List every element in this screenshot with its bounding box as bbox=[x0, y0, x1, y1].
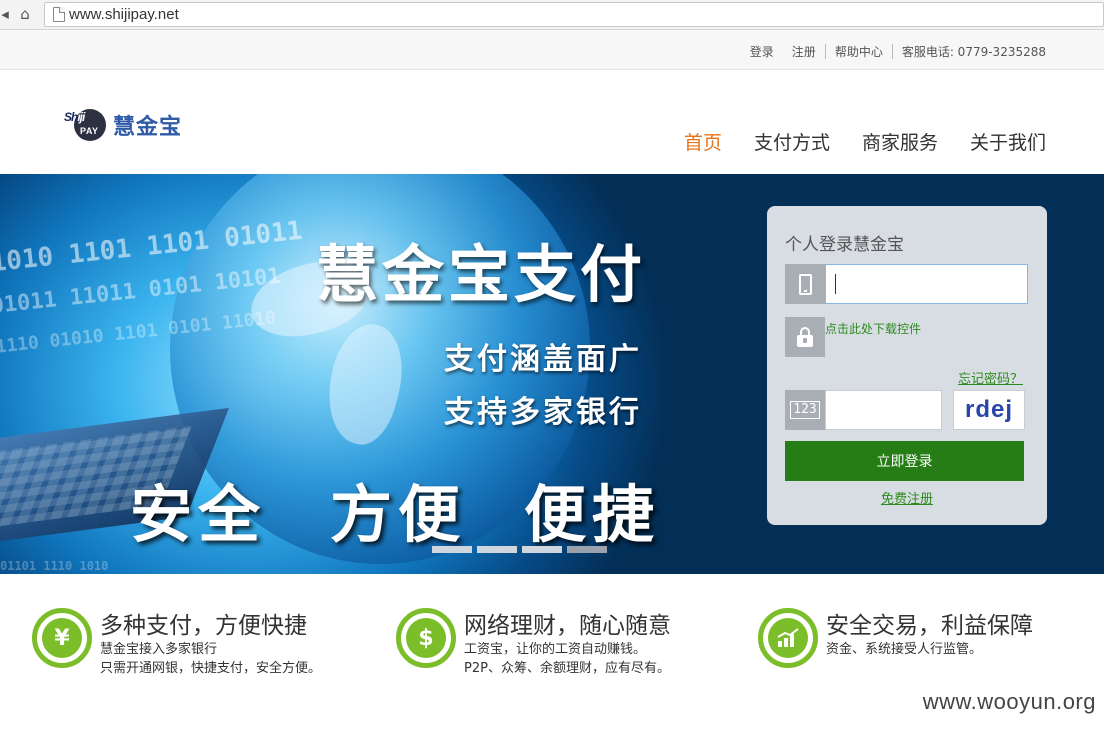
site-logo[interactable]: Shiji PAY 慧金宝 bbox=[64, 106, 194, 141]
nav-home[interactable]: 首页 bbox=[684, 128, 722, 155]
login-link[interactable]: 登录 bbox=[750, 43, 774, 60]
free-register-link[interactable]: 免费注册 bbox=[767, 488, 1047, 507]
yen-icon: ¥ bbox=[32, 608, 92, 668]
banner-slogan-convenient: 方便 bbox=[330, 478, 467, 551]
captcha-input[interactable] bbox=[825, 390, 942, 430]
utility-bar: 登录 注册 帮助中心 客服电话: 0779-3235288 bbox=[0, 30, 1104, 70]
banner-subtitle: 支持多家银行 bbox=[444, 395, 642, 430]
logo-brand-name: 慧金宝 bbox=[113, 115, 183, 140]
phone-input[interactable] bbox=[825, 264, 1028, 304]
feature-description: 慧金宝接入多家银行 bbox=[100, 642, 218, 657]
forgot-password-link[interactable]: 忘记密码？ bbox=[958, 368, 1023, 387]
divider bbox=[824, 44, 826, 59]
hero-banner: 1010 1101 1101 01011 01011 11011 0101 10… bbox=[0, 174, 1104, 574]
help-center-link[interactable]: 帮助中心 bbox=[835, 43, 883, 60]
address-bar[interactable]: www.shijipay.net bbox=[44, 2, 1104, 27]
feature-description: 工资宝，让你的工资自动赚钱。 bbox=[464, 642, 647, 657]
login-button[interactable]: 立即登录 bbox=[785, 441, 1024, 481]
banner-slogan-safe: 安全 bbox=[130, 478, 267, 551]
banner-slogan-fast: 便捷 bbox=[524, 478, 661, 551]
site-header: Shiji PAY 慧金宝 首页 支付方式 商家服务 关于我们 bbox=[0, 70, 1104, 174]
carousel-indicators bbox=[432, 546, 607, 553]
carousel-dot[interactable] bbox=[567, 546, 607, 553]
register-link-top[interactable]: 注册 bbox=[792, 43, 816, 60]
growth-chart-icon bbox=[758, 608, 818, 668]
login-panel: 个人登录慧金宝 点击此处下载控件 忘记密码？ 123 rdej 立即登录 免费注… bbox=[767, 206, 1047, 525]
feature-description: 资金、系统接受人行监管。 bbox=[826, 642, 983, 657]
logo-shiji-text: Shiji bbox=[64, 110, 85, 124]
url-text[interactable]: www.shijipay.net bbox=[69, 6, 179, 23]
download-control-link[interactable]: 点击此处下载控件 bbox=[825, 320, 921, 337]
nav-about-us[interactable]: 关于我们 bbox=[970, 128, 1046, 155]
nav-merchant-services[interactable]: 商家服务 bbox=[862, 128, 938, 155]
feature-description: 只需开通网银，快捷支付，安全方便。 bbox=[100, 661, 322, 676]
banner-title: 慧金宝支付 bbox=[316, 238, 647, 311]
phone-icon bbox=[785, 264, 825, 304]
binary-pattern: 01101 1110 1010 bbox=[0, 559, 109, 573]
logo-shi: Sh bbox=[64, 110, 78, 124]
carousel-dot[interactable] bbox=[477, 546, 517, 553]
captcha-image[interactable]: rdej bbox=[953, 390, 1025, 430]
feature-title: 多种支付，方便快捷 bbox=[100, 613, 307, 639]
banner-subtitle: 支付涵盖面广 bbox=[444, 342, 642, 377]
browser-toolbar: ◂ ⌂ www.shijipay.net bbox=[0, 0, 1104, 30]
verification-code-icon: 123 bbox=[785, 390, 825, 430]
feature-title: 网络理财，随心随意 bbox=[464, 613, 671, 639]
main-nav: 首页 支付方式 商家服务 关于我们 bbox=[684, 128, 1046, 155]
chart-bars-icon bbox=[777, 628, 799, 647]
back-arrow-icon[interactable]: ◂ bbox=[0, 5, 14, 23]
customer-hotline: 客服电话: 0779-3235288 bbox=[901, 45, 1046, 59]
feature-title: 安全交易，利益保障 bbox=[826, 613, 1033, 639]
home-icon[interactable]: ⌂ bbox=[16, 5, 34, 23]
features-section: ¥ 多种支付，方便快捷 慧金宝接入多家银行 只需开通网银，快捷支付，安全方便。 … bbox=[0, 574, 1104, 733]
login-title: 个人登录慧金宝 bbox=[785, 235, 904, 255]
feature-description: P2P、众筹、余额理财，应有尽有。 bbox=[464, 661, 670, 676]
carousel-dot[interactable] bbox=[432, 546, 472, 553]
logo-ji: iji bbox=[77, 110, 85, 124]
logo-pay-text: PAY bbox=[80, 126, 99, 136]
nav-payment-methods[interactable]: 支付方式 bbox=[754, 128, 830, 155]
page-icon bbox=[53, 7, 65, 22]
divider bbox=[891, 44, 893, 59]
utility-links: 登录 注册 帮助中心 客服电话: 0779-3235288 bbox=[750, 43, 1046, 60]
money-bag-icon: $ bbox=[396, 608, 456, 668]
carousel-dot[interactable] bbox=[522, 546, 562, 553]
watermark: www.wooyun.org bbox=[922, 689, 1096, 714]
text-cursor bbox=[835, 274, 836, 294]
lock-icon bbox=[785, 317, 825, 357]
